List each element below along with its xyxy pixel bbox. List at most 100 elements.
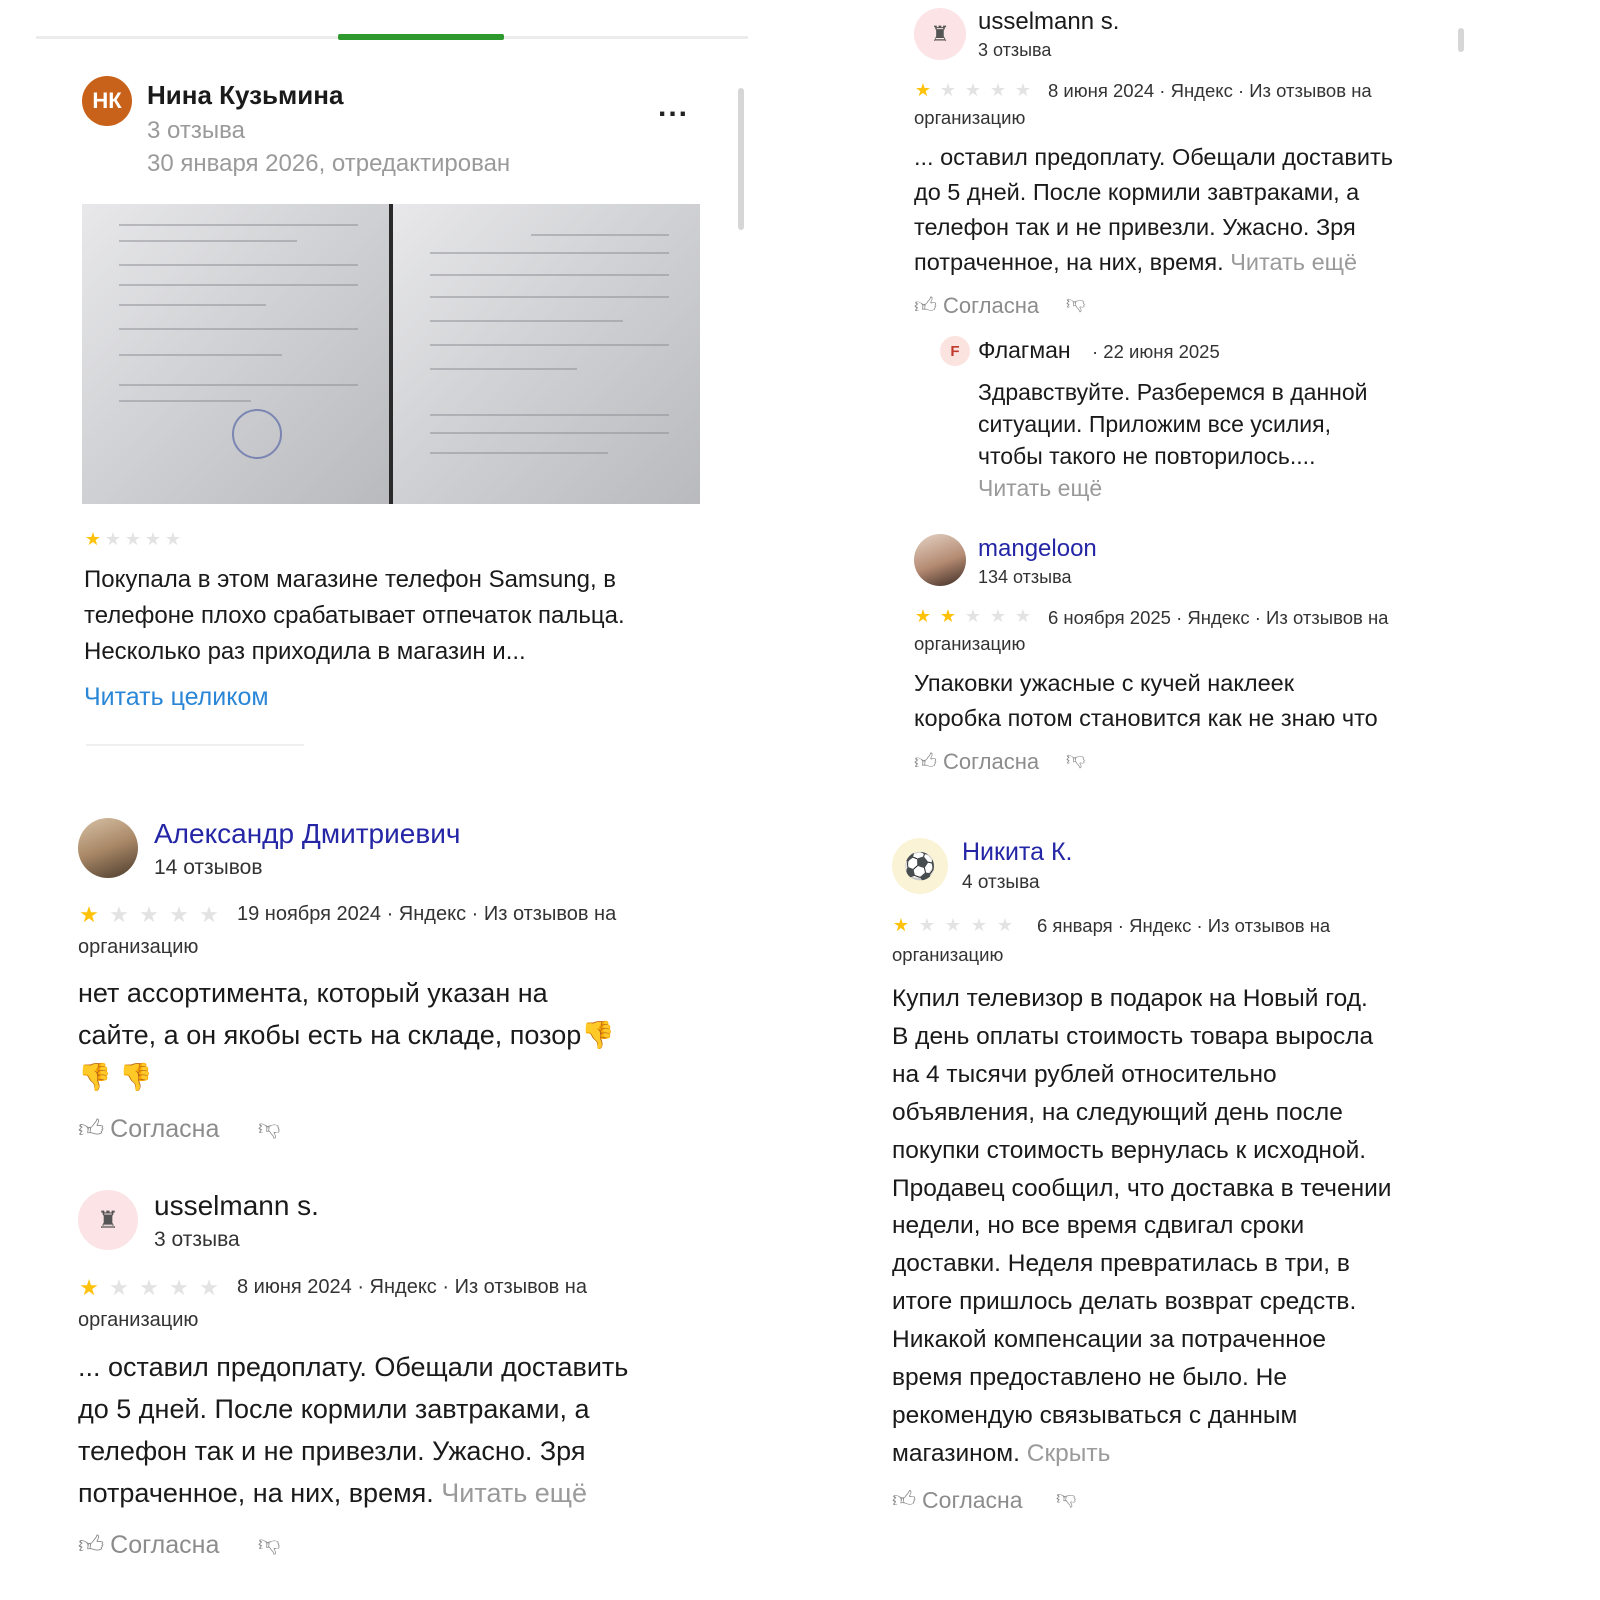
- divider: [86, 744, 304, 746]
- hide-link[interactable]: Скрыть: [1027, 1440, 1111, 1467]
- thumbs-down-icon: 👎: [581, 1020, 615, 1050]
- document-photo[interactable]: [82, 204, 389, 504]
- rating-stars: ★ ★ ★ ★ ★: [84, 530, 182, 548]
- star-icon: ★: [109, 902, 129, 927]
- star-icon: ★: [1014, 80, 1032, 100]
- soccer-ball-icon: ⚽: [903, 850, 937, 881]
- rating-stars: ★ ★ ★ ★ ★: [914, 607, 1032, 625]
- review-meta: 8 июня 2024 · Яндекс · Из отзывов на: [237, 1276, 587, 1298]
- star-icon: ★: [144, 529, 162, 549]
- star-icon: ★: [1014, 606, 1032, 626]
- agree-button[interactable]: 👍︎ Согласна: [914, 748, 1039, 775]
- read-more-link[interactable]: Читать ещё: [441, 1478, 587, 1508]
- review-meta: 6 ноября 2025 · Яндекс · Из отзывов на: [1048, 607, 1389, 628]
- thumbs-up-icon: 👍︎: [914, 749, 937, 774]
- review-text: нет ассортимента, который указан на сайт…: [78, 978, 615, 1092]
- agree-button[interactable]: 👍︎ Согласна: [78, 1114, 219, 1144]
- rating-stars: ★ ★ ★ ★ ★: [78, 904, 220, 926]
- thumbs-up-icon: 👍︎: [892, 1486, 917, 1512]
- reply-date: · 22 июня 2025: [1092, 341, 1220, 362]
- user-figure-icon: ♜: [930, 22, 950, 46]
- review-meta: 8 июня 2024 · Яндекс · Из отзывов на: [1048, 80, 1372, 101]
- avatar[interactable]: ♜: [78, 1190, 138, 1250]
- star-icon: ★: [139, 902, 159, 927]
- agree-button[interactable]: 👍︎ Согласна: [914, 292, 1039, 319]
- scrollbar[interactable]: [1458, 28, 1464, 52]
- star-icon: ★: [918, 915, 936, 935]
- star-icon: ★: [139, 1275, 159, 1300]
- dislike-button[interactable]: 👎︎: [1056, 1486, 1076, 1510]
- scrollbar[interactable]: [738, 88, 744, 230]
- reviewer-name[interactable]: mangeloon: [978, 535, 1097, 563]
- reviewer-name[interactable]: Никита К.: [962, 838, 1072, 867]
- rating-stars: ★ ★ ★ ★ ★: [78, 1277, 220, 1299]
- dislike-button[interactable]: 👎︎: [258, 1114, 280, 1141]
- thumbs-up-icon: 👍︎: [78, 1531, 105, 1559]
- thumbs-up-icon: 👍︎: [78, 1115, 105, 1143]
- star-icon: ★: [199, 902, 219, 927]
- read-more-link[interactable]: Читать ещё: [978, 472, 1368, 504]
- star-icon: ★: [124, 529, 142, 549]
- star-icon: ★: [989, 80, 1007, 100]
- review-meta: организацию: [78, 936, 199, 958]
- reply-author[interactable]: Флагман: [978, 337, 1071, 364]
- rating-stars: ★ ★ ★ ★ ★: [892, 916, 1014, 934]
- star-icon: ★: [914, 606, 932, 626]
- review-text: Упаковки ужасные с кучей наклеек коробка…: [914, 670, 1378, 731]
- star-icon: ★: [964, 606, 982, 626]
- star-icon: ★: [104, 529, 122, 549]
- rating-stars: ★ ★ ★ ★ ★: [914, 81, 1032, 99]
- review-meta: 6 января · Яндекс · Из отзывов на: [1037, 915, 1331, 936]
- avatar[interactable]: [914, 534, 966, 586]
- review-meta: организацию: [914, 633, 1026, 654]
- thumbs-down-icon: 👎: [119, 1062, 153, 1092]
- reply-text: Здравствуйте. Разберемся в данной ситуац…: [978, 376, 1368, 504]
- star-icon: ★: [169, 1275, 189, 1300]
- agree-button[interactable]: 👍︎ Согласна: [78, 1530, 219, 1560]
- star-icon: ★: [79, 1275, 99, 1300]
- star-icon: ★: [939, 80, 957, 100]
- review-count: 134 отзыва: [978, 567, 1072, 587]
- star-icon: ★: [84, 529, 102, 549]
- reviewer-name[interactable]: Нина Кузьмина: [147, 80, 343, 111]
- user-figure-icon: ♜: [97, 1206, 119, 1234]
- avatar[interactable]: F: [940, 336, 970, 366]
- dislike-button[interactable]: 👎︎: [1066, 748, 1085, 771]
- star-icon: ★: [169, 902, 189, 927]
- read-more-link[interactable]: Читать ещё: [1230, 249, 1357, 275]
- dislike-button[interactable]: 👎︎: [258, 1530, 280, 1557]
- star-icon: ★: [892, 915, 910, 935]
- active-tab-indicator: [338, 34, 504, 40]
- review-text: Покупала в этом магазине телефон Samsung…: [84, 566, 625, 665]
- agree-button[interactable]: 👍︎ Согласна: [892, 1486, 1023, 1514]
- star-icon: ★: [964, 80, 982, 100]
- review-text: Купил телевизор в подарок на Новый год. …: [892, 985, 1392, 1467]
- reviewer-name[interactable]: Александр Дмитриевич: [154, 818, 460, 850]
- review-count: 3 отзыва: [147, 117, 245, 144]
- reviewer-name[interactable]: usselmann s.: [154, 1190, 319, 1222]
- more-options-icon[interactable]: ...: [658, 90, 689, 124]
- review-count: 4 отзыва: [962, 872, 1040, 893]
- review-photo[interactable]: [82, 204, 700, 504]
- avatar[interactable]: НК: [82, 76, 132, 126]
- dislike-button[interactable]: 👎︎: [1066, 292, 1085, 315]
- review-count: 3 отзыва: [154, 1228, 240, 1251]
- thumbs-down-icon: 👎: [78, 1062, 112, 1092]
- reviewer-name[interactable]: usselmann s.: [978, 8, 1119, 36]
- review-text: ... оставил предоплату. Обещали доставит…: [78, 1352, 629, 1508]
- document-photo[interactable]: [393, 204, 700, 504]
- review-meta: организацию: [78, 1309, 199, 1331]
- star-icon: ★: [939, 606, 957, 626]
- avatar[interactable]: [78, 818, 138, 878]
- read-full-link[interactable]: Читать целиком: [84, 683, 269, 712]
- avatar[interactable]: ⚽: [892, 838, 948, 894]
- review-count: 3 отзыва: [978, 40, 1052, 60]
- review-meta: организацию: [914, 107, 1026, 128]
- review-count: 14 отзывов: [154, 856, 263, 879]
- avatar[interactable]: ♜: [914, 8, 966, 60]
- thumbs-up-icon: 👍︎: [914, 293, 937, 318]
- star-icon: ★: [199, 1275, 219, 1300]
- review-text: ... оставил предоплату. Обещали доставит…: [914, 144, 1393, 275]
- review-date: 30 января 2026, отредактирован: [147, 150, 511, 177]
- star-icon: ★: [996, 915, 1014, 935]
